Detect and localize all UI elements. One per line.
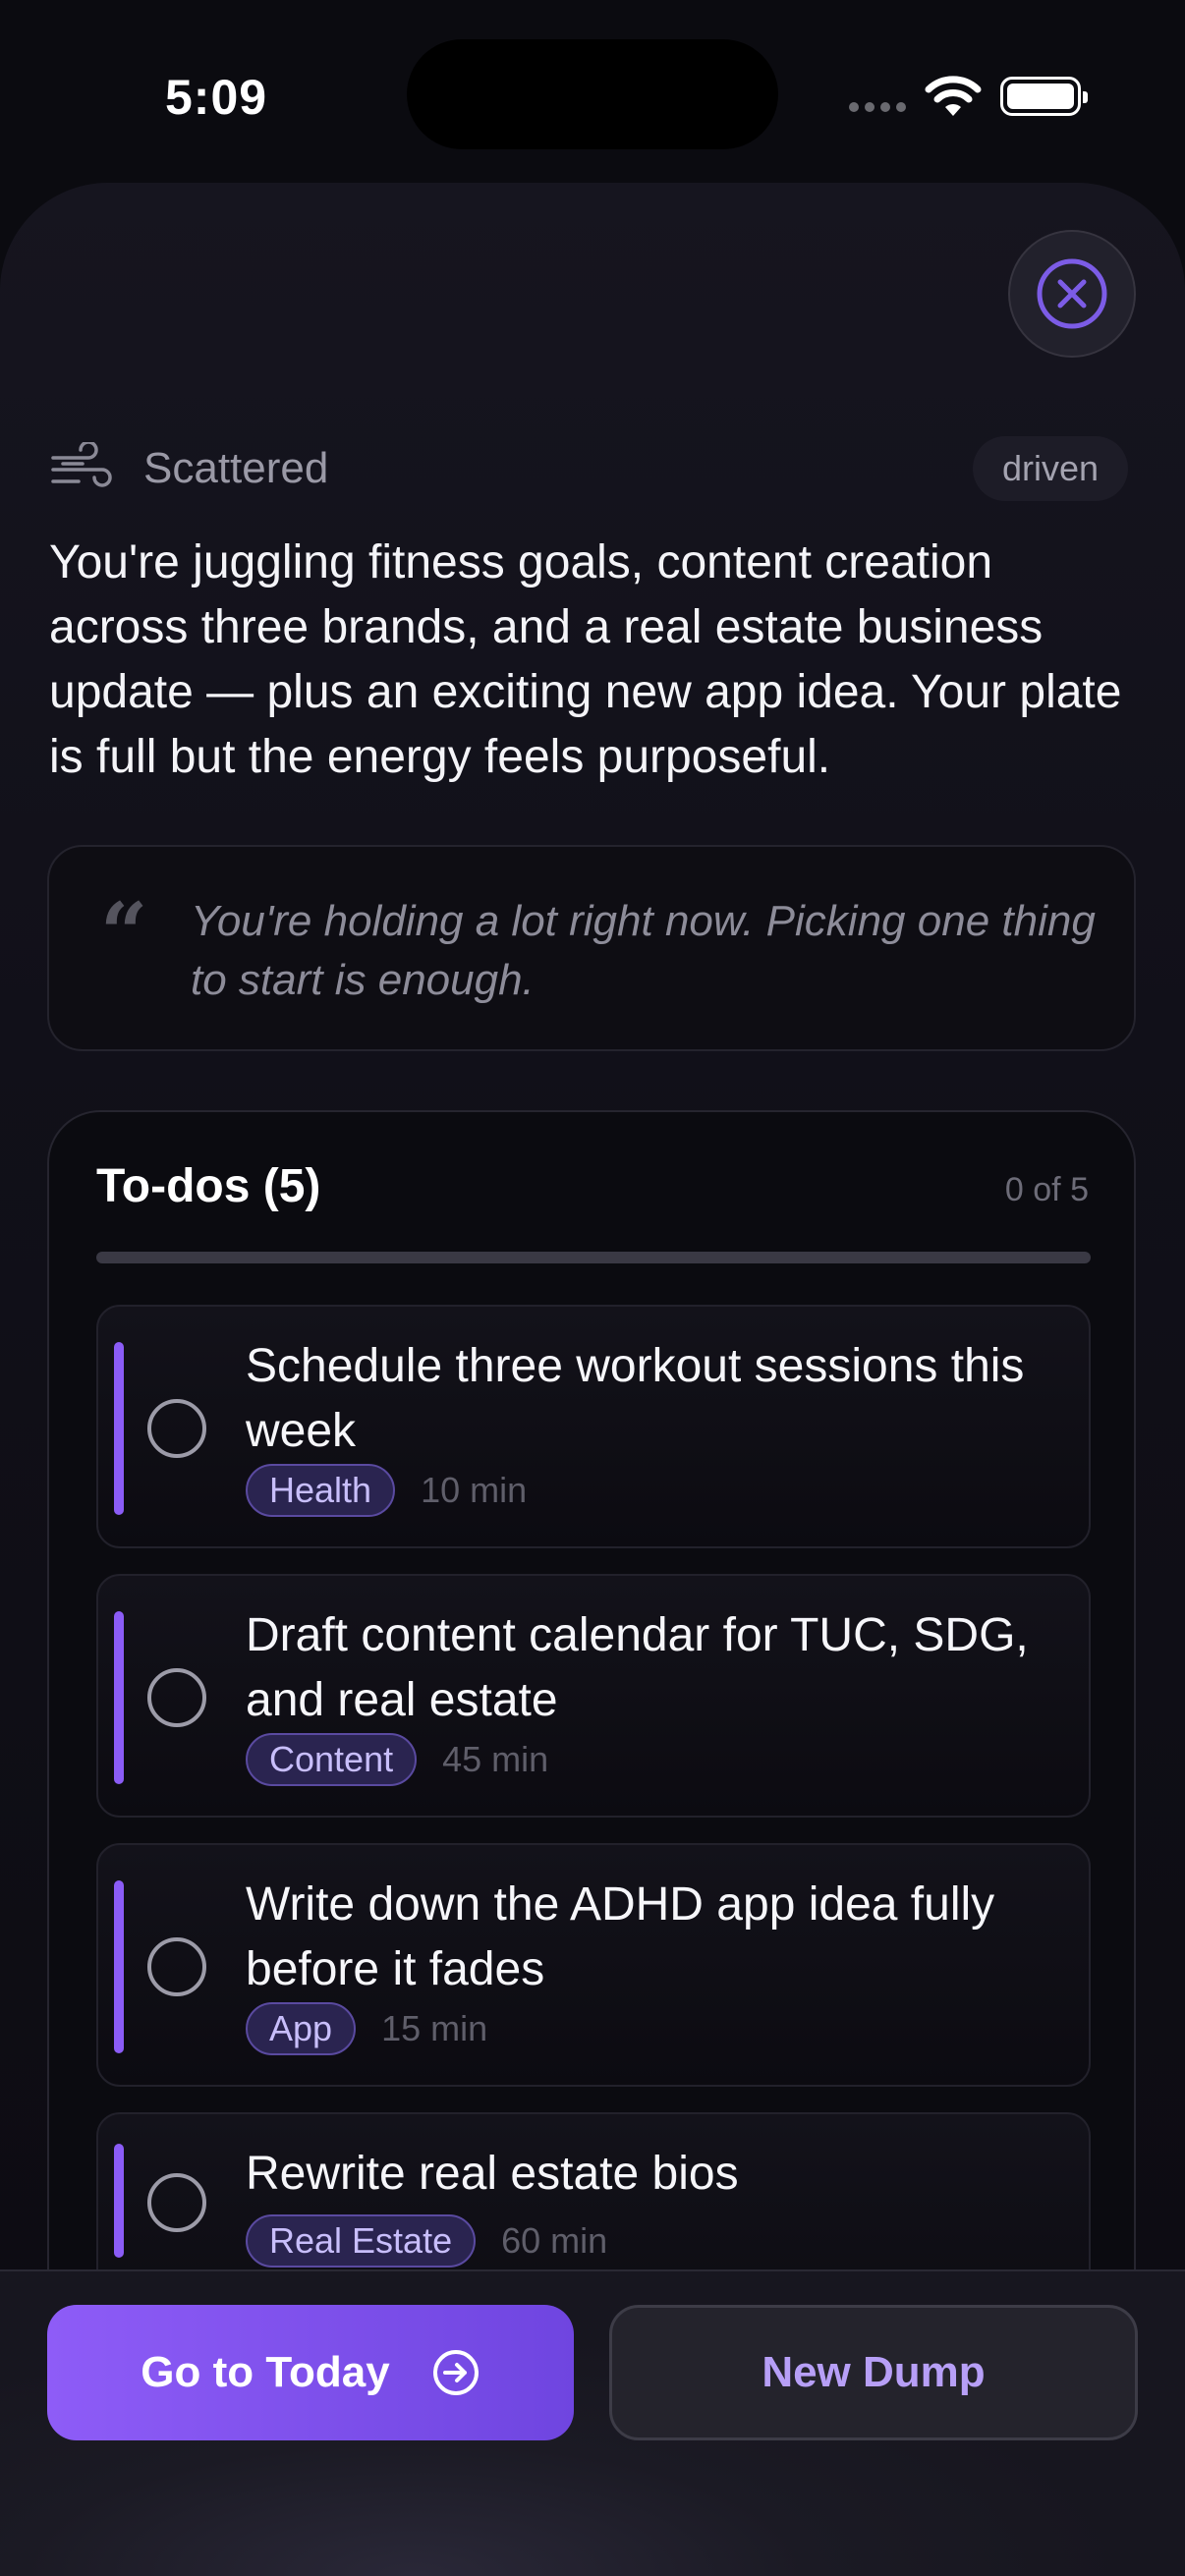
dynamic-island — [407, 39, 778, 149]
todo-checkbox[interactable] — [147, 1937, 206, 1996]
todo-item[interactable]: Draft content calendar for TUC, SDG, and… — [96, 1574, 1091, 1818]
todo-duration: 45 min — [442, 1739, 549, 1779]
status-time: 5:09 — [165, 70, 268, 125]
todo-accent-bar — [114, 1342, 124, 1515]
todo-accent-bar — [114, 2144, 124, 2258]
new-dump-button[interactable]: New Dump — [609, 2305, 1138, 2440]
todo-item-title: Rewrite real estate bios — [246, 2148, 739, 2200]
todo-checkbox[interactable] — [147, 2173, 206, 2232]
cellular-signal-icon — [849, 102, 908, 114]
todo-accent-bar — [114, 1880, 124, 2053]
todo-item[interactable]: Write down the ADHD app idea fully befor… — [96, 1843, 1091, 2087]
todo-item-title: Schedule three workout sessions this wee… — [246, 1340, 1025, 1457]
todo-accent-bar — [114, 1611, 124, 1784]
summary-text: You're juggling fitness goals, content c… — [49, 536, 1122, 783]
todo-category-badge: App — [246, 2002, 357, 2055]
todo-progress-bar — [96, 1252, 1091, 1263]
new-dump-label: New Dump — [762, 2348, 986, 2396]
wind-icon — [49, 442, 114, 495]
todo-category-badge: Health — [246, 1464, 396, 1517]
todo-progress-count: 0 of 5 — [1004, 1171, 1089, 1208]
arrow-right-circle-icon — [432, 2350, 479, 2395]
quote-icon: “ — [100, 884, 148, 981]
todo-checkbox[interactable] — [147, 1668, 206, 1727]
todo-duration: 60 min — [501, 2220, 608, 2261]
todo-duration: 10 min — [421, 1470, 528, 1510]
energy-tag: driven — [973, 436, 1129, 501]
todo-category-badge: Real Estate — [246, 2214, 477, 2268]
close-icon — [1037, 258, 1107, 329]
mood-label: Scattered — [143, 444, 329, 492]
quote-card: “ You're holding a lot right now. Pickin… — [47, 845, 1136, 1051]
quote-text: You're holding a lot right now. Picking … — [191, 897, 1096, 1004]
todo-item-title: Write down the ADHD app idea fully befor… — [246, 1878, 995, 1995]
go-to-today-label: Go to Today — [141, 2348, 390, 2396]
close-button[interactable] — [1008, 230, 1136, 358]
wifi-icon — [924, 75, 983, 118]
todo-checkbox[interactable] — [147, 1399, 206, 1458]
go-to-today-button[interactable]: Go to Today — [47, 2305, 574, 2440]
mood-row: Scattered — [49, 442, 328, 495]
todo-title: To-dos (5) — [96, 1160, 321, 1212]
todo-duration: 15 min — [381, 2008, 488, 2048]
screen: 5:09 Scattered driven You're juggling fi… — [0, 0, 1185, 2576]
todo-item[interactable]: Schedule three workout sessions this wee… — [96, 1305, 1091, 1548]
battery-icon — [1000, 77, 1088, 116]
todo-category-badge: Content — [246, 1733, 418, 1786]
todo-item-title: Draft content calendar for TUC, SDG, and… — [246, 1609, 1029, 1726]
